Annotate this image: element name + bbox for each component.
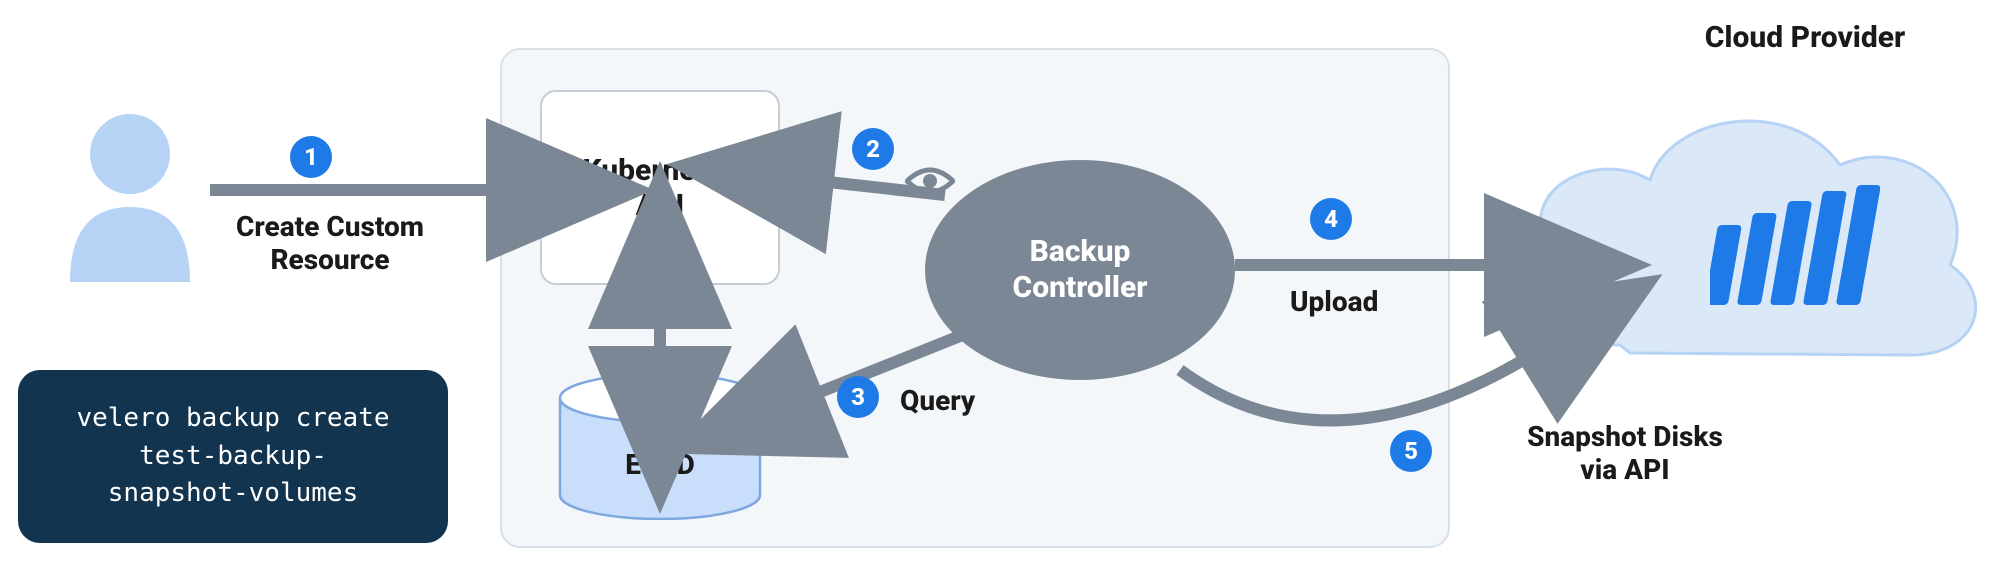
backup-controller-label: Backup Controller: [1013, 234, 1148, 306]
kubernetes-api-label: Kubernetes API: [582, 153, 737, 223]
watch-eye-icon: [905, 163, 955, 199]
query-label: Query: [900, 384, 975, 417]
step-badge-1: 1: [290, 136, 332, 178]
user-icon: [60, 112, 200, 282]
kubernetes-api-box: Kubernetes API: [540, 90, 780, 285]
command-box: velero backup create test-backup- snapsh…: [18, 370, 448, 543]
backup-controller: Backup Controller: [925, 160, 1235, 380]
cmd-line-3: snapshot-volumes: [54, 475, 412, 513]
cmd-line-1: velero backup create: [54, 400, 412, 438]
step-badge-2: 2: [852, 128, 894, 170]
etcd-cylinder: [555, 370, 765, 520]
create-resource-label: Create Custom Resource: [190, 210, 470, 276]
upload-label: Upload: [1290, 285, 1378, 318]
step-badge-3: 3: [837, 376, 879, 418]
cloud-provider-title: Cloud Provider: [1620, 20, 1990, 55]
snapshot-label: Snapshot Disks via API: [1460, 420, 1790, 486]
cmd-line-2: test-backup-: [54, 438, 412, 476]
step-badge-5: 5: [1390, 430, 1432, 472]
cloud-storage-glyph-icon: [1710, 185, 1880, 315]
step-badge-4: 4: [1310, 198, 1352, 240]
etcd-label: ETCD: [555, 448, 765, 481]
